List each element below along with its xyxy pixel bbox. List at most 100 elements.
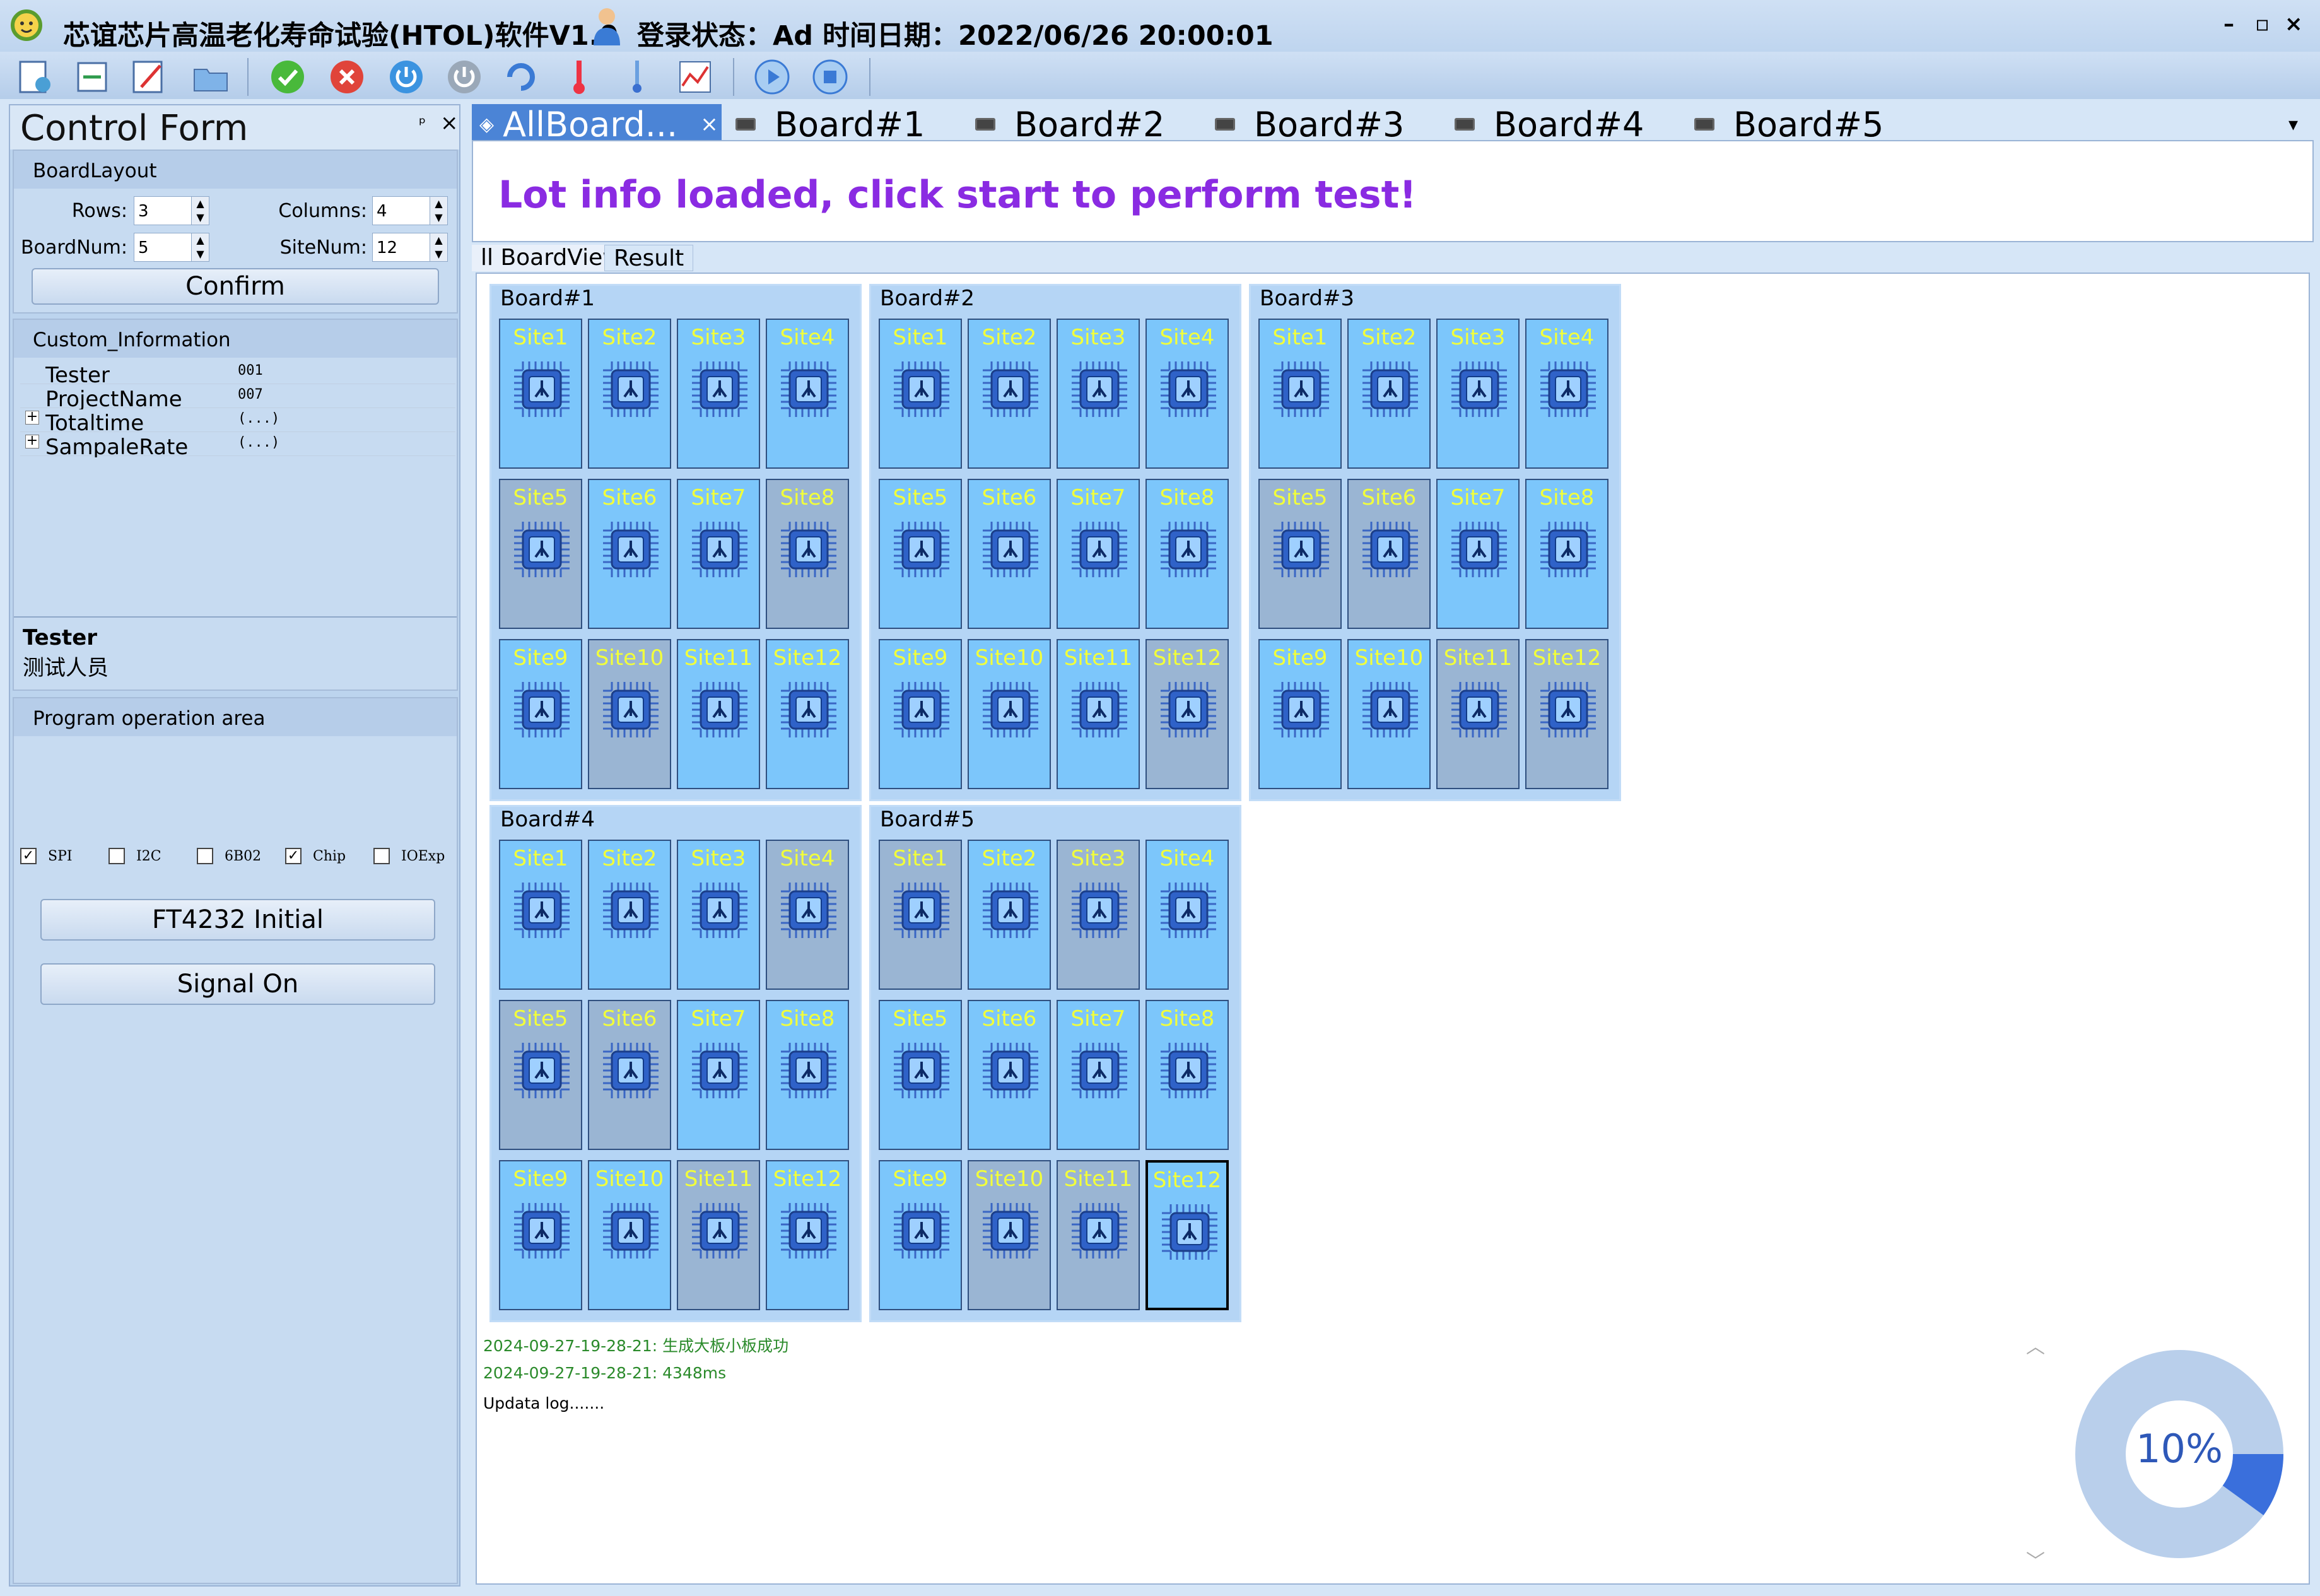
site-cell[interactable]: Site3 <box>677 840 760 990</box>
site-cell[interactable]: Site6 <box>968 1000 1051 1150</box>
temperature-low-icon[interactable] <box>616 56 659 98</box>
site-cell[interactable]: Site6 <box>1347 479 1431 629</box>
site-cell[interactable]: Site3 <box>677 319 760 469</box>
site-cell[interactable]: Site7 <box>677 479 760 629</box>
chip-checkbox[interactable]: ✓ Chip <box>285 843 346 869</box>
site-cell[interactable]: Site1 <box>1258 319 1342 469</box>
site-cell[interactable]: Site6 <box>588 479 671 629</box>
scroll-up-icon[interactable]: ︿ <box>2026 1331 2045 1359</box>
chart-icon[interactable] <box>674 56 717 98</box>
site-cell[interactable]: Site11 <box>1057 1160 1140 1310</box>
site-cell[interactable]: Site5 <box>499 1000 582 1150</box>
play-icon[interactable] <box>751 56 794 98</box>
site-cell[interactable]: Site6 <box>968 479 1051 629</box>
tab-close-icon[interactable]: × <box>700 112 718 137</box>
spin-arrows-icon[interactable]: ▲ ▼ <box>191 233 209 261</box>
site-cell[interactable]: Site12 <box>766 639 849 789</box>
confirm-icon[interactable] <box>266 56 309 98</box>
site-cell[interactable]: Site3 <box>1057 319 1140 469</box>
property-value[interactable]: (...) <box>238 411 279 426</box>
site-cell[interactable]: Site1 <box>499 319 582 469</box>
i2c-checkbox[interactable]: I2C <box>108 843 161 869</box>
spin-arrows-icon[interactable]: ▲ ▼ <box>430 197 447 225</box>
site-cell[interactable]: Site4 <box>1145 840 1229 990</box>
site-cell[interactable]: Site12 <box>766 1160 849 1310</box>
property-row-tester[interactable]: Tester 001 <box>20 360 455 385</box>
restore-button[interactable]: ▫ <box>2255 11 2270 37</box>
property-value[interactable]: 007 <box>238 387 263 402</box>
site-cell[interactable]: Site7 <box>1436 479 1520 629</box>
site-cell[interactable]: Site5 <box>499 479 582 629</box>
site-cell[interactable]: Site10 <box>588 1160 671 1310</box>
site-cell[interactable]: Site2 <box>968 319 1051 469</box>
site-cell[interactable]: Site8 <box>766 1000 849 1150</box>
close-button[interactable]: × <box>2285 11 2303 37</box>
site-cell[interactable]: Site7 <box>677 1000 760 1150</box>
site-cell[interactable]: Site5 <box>879 1000 962 1150</box>
site-cell[interactable]: Site9 <box>879 639 962 789</box>
site-cell[interactable]: Site12 <box>1525 639 1608 789</box>
site-cell[interactable]: Site4 <box>1145 319 1229 469</box>
property-row-projectname[interactable]: ProjectName 007 <box>20 384 455 409</box>
site-cell[interactable]: Site9 <box>879 1160 962 1310</box>
spi-checkbox[interactable]: ✓ SPI <box>20 843 73 869</box>
expand-icon[interactable]: + <box>25 410 39 425</box>
ioexp-checkbox[interactable]: IOExp <box>373 843 445 869</box>
property-value[interactable]: (...) <box>238 435 279 450</box>
site-cell[interactable]: Site2 <box>588 319 671 469</box>
site-cell[interactable]: Site6 <box>588 1000 671 1150</box>
stop-icon[interactable] <box>809 56 852 98</box>
site-cell[interactable]: Site1 <box>879 840 962 990</box>
power-off-icon[interactable] <box>443 56 486 98</box>
power-on-icon[interactable] <box>385 56 428 98</box>
site-cell[interactable]: Site10 <box>968 1160 1051 1310</box>
site-cell[interactable]: Site12 <box>1145 1160 1229 1310</box>
tab-board4[interactable]: Board#4 <box>1455 104 1644 144</box>
site-cell[interactable]: Site8 <box>1525 479 1608 629</box>
signal-on-button[interactable]: Signal On <box>40 963 435 1005</box>
site-cell[interactable]: Site3 <box>1436 319 1520 469</box>
tab-board5[interactable]: Board#5 <box>1694 104 1884 144</box>
tab-allboard[interactable]: ◈ AllBoard... × <box>472 104 722 144</box>
site-cell[interactable]: Site9 <box>499 1160 582 1310</box>
property-value[interactable]: 001 <box>238 363 263 378</box>
site-cell[interactable]: Site3 <box>1057 840 1140 990</box>
expand-icon[interactable]: + <box>25 434 39 449</box>
site-cell[interactable]: Site9 <box>1258 639 1342 789</box>
site-cell[interactable]: Site4 <box>1525 319 1608 469</box>
site-cell[interactable]: Site1 <box>499 840 582 990</box>
tab-board1[interactable]: Board#1 <box>735 104 925 144</box>
property-row-sampalerate[interactable]: + SampaleRate (...) <box>20 432 455 457</box>
ft4232-initial-button[interactable]: FT4232 Initial <box>40 899 435 941</box>
site-cell[interactable]: Site9 <box>499 639 582 789</box>
open-folder-icon[interactable] <box>189 56 232 98</box>
site-cell[interactable]: Site10 <box>968 639 1051 789</box>
site-cell[interactable]: Site7 <box>1057 479 1140 629</box>
load-config-icon[interactable] <box>14 56 57 98</box>
site-cell[interactable]: Site12 <box>1145 639 1229 789</box>
site-cell[interactable]: Site8 <box>766 479 849 629</box>
temperature-high-icon[interactable] <box>558 56 601 98</box>
property-row-totaltime[interactable]: + Totaltime (...) <box>20 408 455 433</box>
site-cell[interactable]: Site11 <box>1057 639 1140 789</box>
site-cell[interactable]: Site2 <box>968 840 1051 990</box>
site-cell[interactable]: Site8 <box>1145 1000 1229 1150</box>
site-cell[interactable]: Site11 <box>677 639 760 789</box>
spin-arrows-icon[interactable]: ▲ ▼ <box>191 197 209 225</box>
site-cell[interactable]: Site11 <box>1436 639 1520 789</box>
minimize-button[interactable]: – <box>2223 11 2234 37</box>
tab-board2[interactable]: Board#2 <box>975 104 1164 144</box>
site-cell[interactable]: Site5 <box>1258 479 1342 629</box>
site-cell[interactable]: Site4 <box>766 840 849 990</box>
boardnum-spinbox[interactable]: 5 ▲ ▼ <box>134 233 209 262</box>
pin-icon[interactable]: ᵖ <box>419 114 426 133</box>
6b02-checkbox[interactable]: 6B02 <box>197 843 261 869</box>
panel-close-button[interactable]: × <box>440 110 459 136</box>
site-cell[interactable]: Site2 <box>588 840 671 990</box>
site-cell[interactable]: Site1 <box>879 319 962 469</box>
site-cell[interactable]: Site5 <box>879 479 962 629</box>
confirm-button[interactable]: Confirm <box>32 268 439 305</box>
log-scrollbar[interactable]: ︿ ﹀ <box>2018 1325 2050 1577</box>
site-cell[interactable]: Site11 <box>677 1160 760 1310</box>
rows-spinbox[interactable]: 3 ▲ ▼ <box>134 196 209 225</box>
